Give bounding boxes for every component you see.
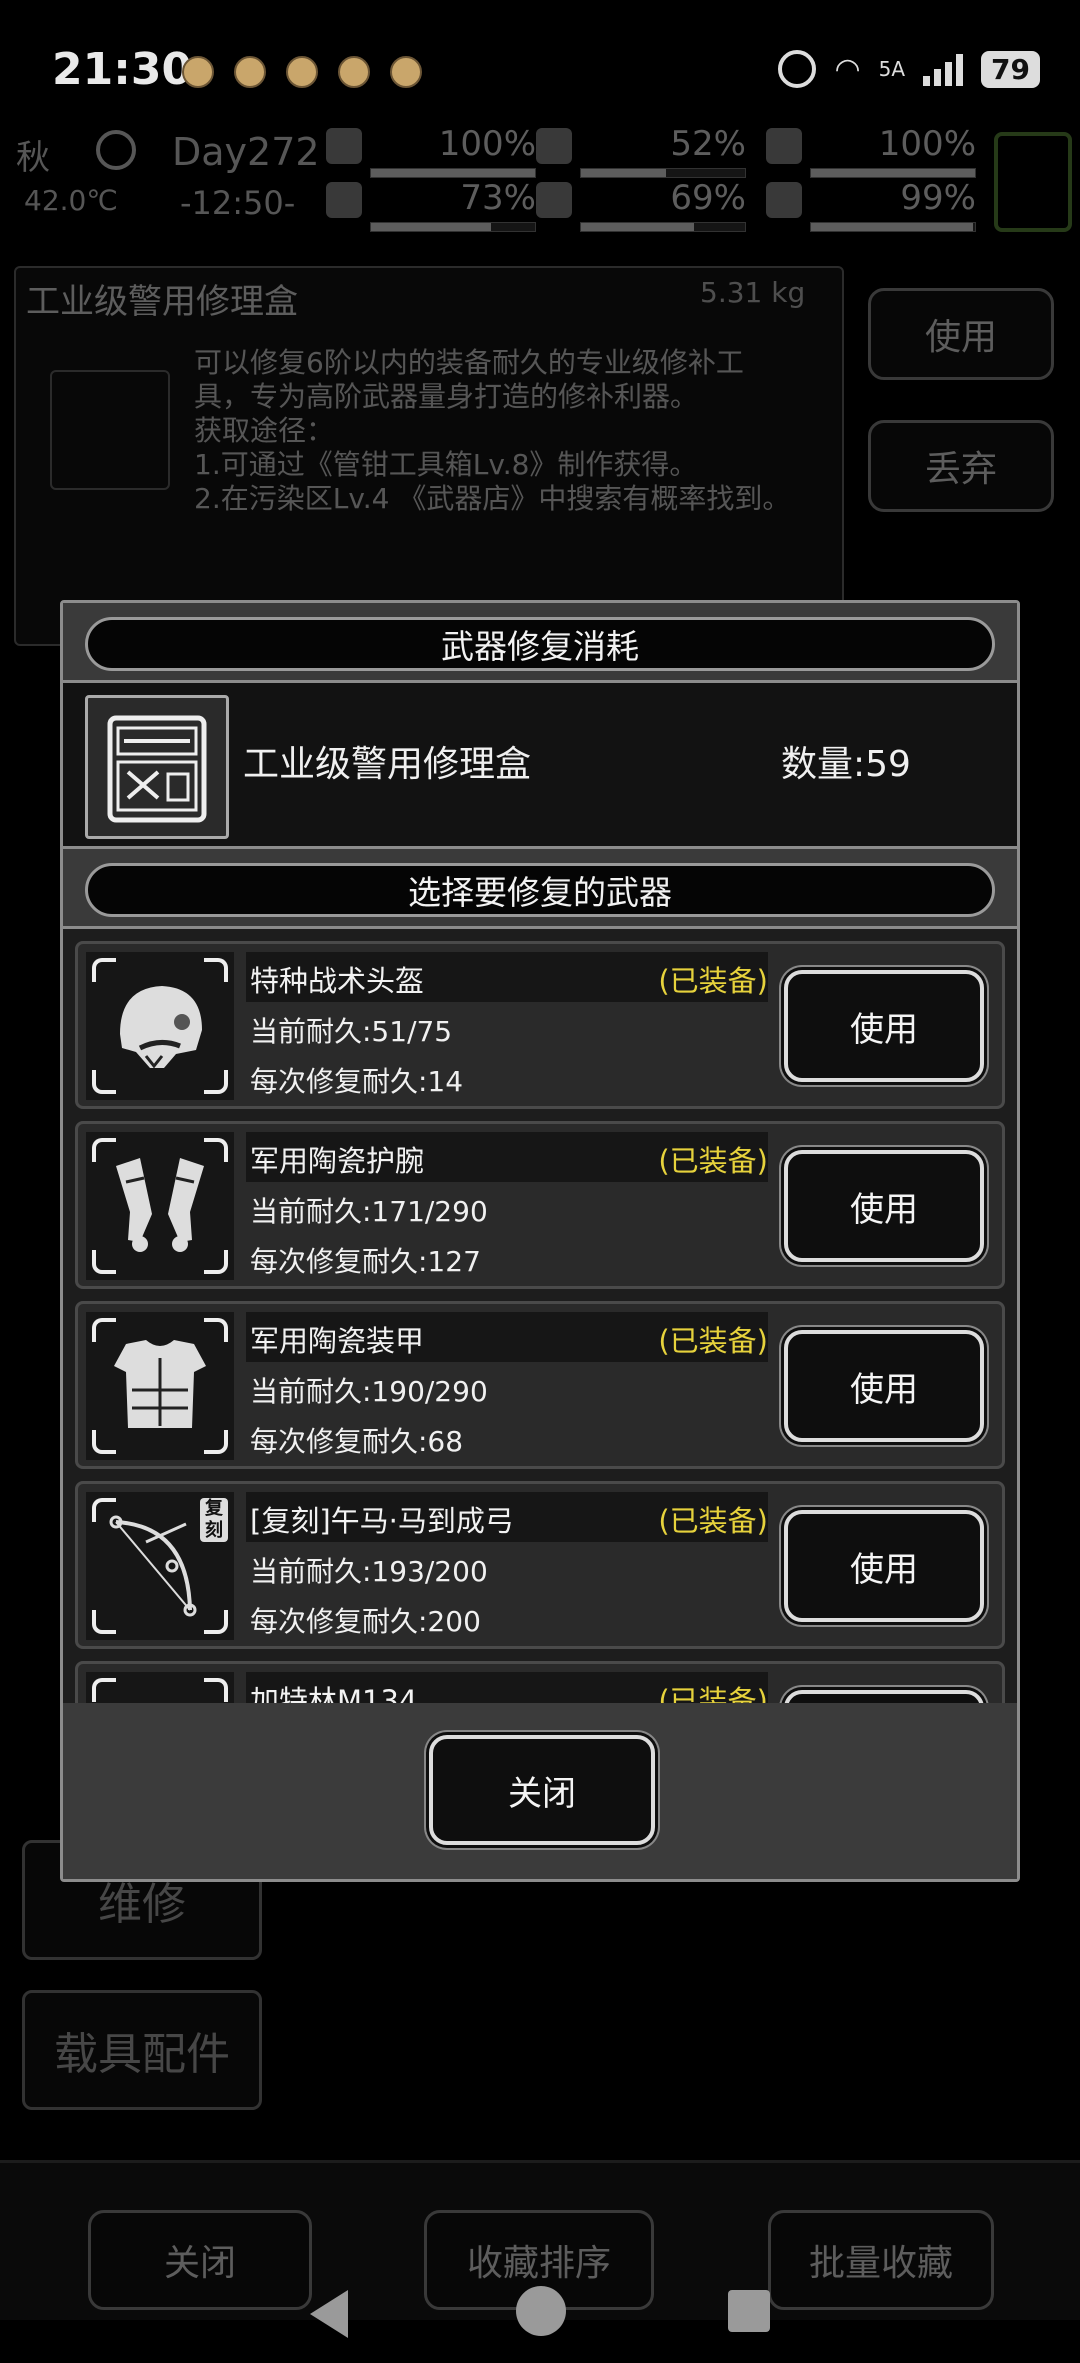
water-drop-icon (536, 182, 572, 218)
equipped-badge: (已装备) (658, 1504, 768, 1538)
material-quantity: 数量:59 (781, 744, 911, 785)
use-button[interactable]: 使用 (784, 1690, 984, 1703)
replica-badge: 复刻 (200, 1498, 228, 1542)
dialog-footer: 关闭 (63, 1703, 1017, 1879)
use-button[interactable]: 使用 (784, 1150, 984, 1262)
boot-icon (326, 182, 362, 218)
weapon-list[interactable]: 特种战术头盔 (已装备) 当前耐久:51/75 每次修复耐久:14 使用 军用陶 (75, 941, 1005, 1703)
repair-kit-icon (85, 695, 229, 839)
current-durability: 当前耐久:193/200 (250, 1555, 488, 1588)
weapon-select-title: 选择要修复的武器 (85, 863, 995, 917)
navigation-bar (0, 2270, 1080, 2363)
app-icon (286, 56, 318, 88)
app-icon (234, 56, 266, 88)
app-icon (338, 56, 370, 88)
bracers-icon (86, 1132, 234, 1280)
current-durability: 当前耐久:51/75 (250, 1015, 453, 1048)
weather-icon (182, 56, 214, 88)
heart-icon (766, 182, 802, 218)
back-icon[interactable] (310, 2290, 348, 2338)
app-icon (390, 56, 422, 88)
equipped-badge: (已装备) (658, 964, 768, 998)
weapon-row: 加特林M134 (已装备) 使用 (75, 1661, 1005, 1703)
bow-icon: 复刻 (86, 1492, 234, 1640)
weapon-row: 军用陶瓷护腕 (已装备) 当前耐久:171/290 每次修复耐久:127 使用 (75, 1121, 1005, 1289)
item-title: 工业级警用修理盒 (26, 282, 298, 322)
hud: 秋 42.0℃ Day272 -12:50- 100% 52% 100% 73%… (6, 120, 1076, 240)
equipped-badge: (已装备) (658, 1684, 768, 1703)
repair-amount: 每次修复耐久:14 (250, 1065, 464, 1098)
status-bar: 21:30 ◠ 5A 79 (0, 0, 1080, 120)
weapon-name: 军用陶瓷装甲 (250, 1324, 425, 1358)
medkit-icon (326, 128, 362, 164)
wifi-icon: ◠ (834, 51, 861, 87)
weapon-row: 复刻 [复刻]午马·马到成弓 (已装备) 当前耐久:193/200 每次修复耐久… (75, 1481, 1005, 1649)
discard-item-button[interactable]: 丢弃 (868, 420, 1054, 512)
use-button[interactable]: 使用 (784, 1510, 984, 1622)
category-vehicle-parts[interactable]: 载具配件 (22, 1990, 262, 2110)
repair-amount: 每次修复耐久:127 (250, 1245, 481, 1278)
temperature: 42.0℃ (24, 184, 118, 217)
item-icon (50, 370, 170, 490)
equipped-badge: (已装备) (658, 1144, 768, 1178)
use-item-button[interactable]: 使用 (868, 288, 1054, 380)
status-time: 21:30 (52, 44, 193, 95)
material-name: 工业级警用修理盒 (243, 744, 532, 785)
notification-icons (182, 56, 422, 88)
equipped-badge: (已装备) (658, 1324, 768, 1358)
item-description: 可以修复6阶以内的装备耐久的专业级修补工 具，专为高阶武器量身打造的修补利器。 … (194, 346, 791, 515)
weapon-repair-dialog: 武器修复消耗 工业级警用修理盒 数量:59 选择要修复的武器 特种战术头盔 (已… (60, 600, 1020, 1882)
use-button[interactable]: 使用 (784, 970, 984, 1082)
home-icon[interactable] (516, 2286, 566, 2336)
repair-material: 工业级警用修理盒 数量:59 (63, 683, 1017, 849)
weapon-row: 特种战术头盔 (已装备) 当前耐久:51/75 每次修复耐久:14 使用 (75, 941, 1005, 1109)
battery-icon (766, 128, 802, 164)
stomach-icon (536, 128, 572, 164)
close-button[interactable]: 关闭 (429, 1735, 655, 1845)
system-icons: ◠ 5A 79 (778, 50, 1040, 88)
dialog-title: 武器修复消耗 (85, 617, 995, 671)
current-durability: 当前耐久:190/290 (250, 1375, 488, 1408)
weapon-name: 加特林M134 (250, 1684, 418, 1703)
weapon-select-header: 选择要修复的武器 (63, 849, 1017, 929)
sun-icon (96, 130, 136, 170)
armor-icon (86, 1312, 234, 1460)
repair-amount: 每次修复耐久:68 (250, 1425, 464, 1458)
signal-icon (923, 52, 964, 86)
battery-level: 79 (981, 50, 1040, 88)
use-button[interactable]: 使用 (784, 1330, 984, 1442)
character-slot[interactable] (994, 132, 1072, 232)
game-clock: -12:50- (180, 184, 296, 222)
weapon-row: 军用陶瓷装甲 (已装备) 当前耐久:190/290 每次修复耐久:68 使用 (75, 1301, 1005, 1469)
network-type: 5A (878, 57, 906, 81)
recents-icon[interactable] (728, 2290, 770, 2332)
alarm-icon (778, 50, 817, 88)
gatling-icon (86, 1672, 234, 1703)
current-durability: 当前耐久:171/290 (250, 1195, 488, 1228)
day-counter: Day272 (172, 130, 320, 174)
helmet-icon (86, 952, 234, 1100)
season-label: 秋 (16, 138, 50, 178)
weapon-name: 特种战术头盔 (250, 964, 425, 998)
item-weight: 5.31 kg (700, 276, 806, 309)
repair-amount: 每次修复耐久:200 (250, 1605, 481, 1638)
weapon-name: [复刻]午马·马到成弓 (250, 1504, 514, 1538)
dialog-header: 武器修复消耗 (63, 603, 1017, 683)
weapon-name: 军用陶瓷护腕 (250, 1144, 425, 1178)
